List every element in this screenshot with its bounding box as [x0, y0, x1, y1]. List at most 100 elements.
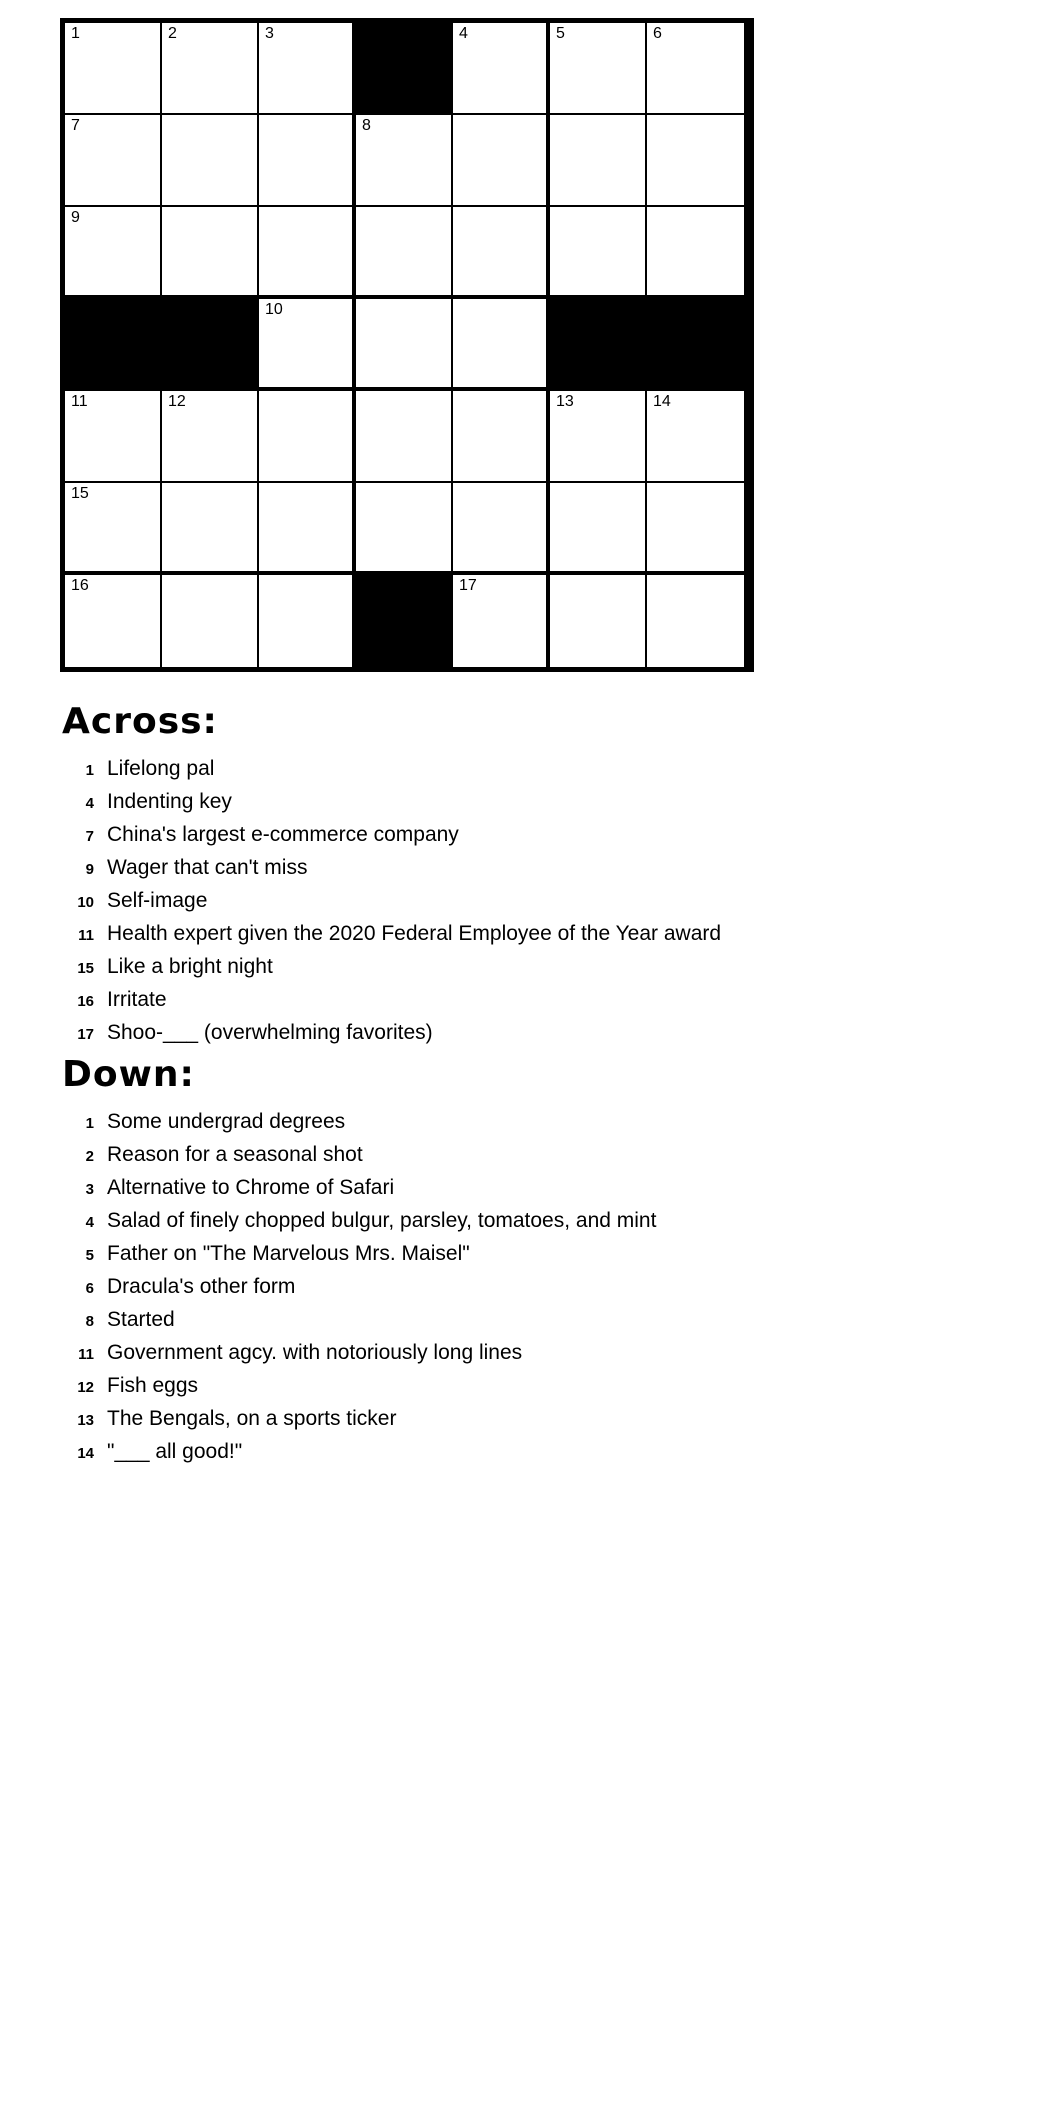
grid-row: 9	[65, 207, 749, 299]
grid-cell-number: 3	[265, 25, 274, 42]
grid-cell[interactable]: 6	[647, 23, 744, 115]
grid-cell[interactable]	[453, 207, 550, 299]
grid-cell[interactable]	[162, 483, 259, 575]
grid-cell-number: 12	[168, 393, 186, 410]
grid-cell[interactable]	[162, 115, 259, 207]
clue-number: 11	[78, 927, 94, 944]
grid-cell[interactable]	[259, 575, 356, 667]
grid-cell[interactable]: 3	[259, 23, 356, 115]
grid-cell[interactable]: 2	[162, 23, 259, 115]
grid-cell[interactable]	[453, 115, 550, 207]
clue-item[interactable]: 7 China's largest e-commerce company	[62, 818, 1048, 851]
grid-cell-number: 17	[459, 577, 477, 594]
clue-text: Indenting key	[107, 790, 232, 813]
clue-number: 4	[85, 1214, 94, 1231]
grid-cell[interactable]	[550, 483, 647, 575]
grid-cell[interactable]	[162, 575, 259, 667]
grid-row: 1 2 3 4 5 6	[65, 23, 749, 115]
clue-item[interactable]: 4 Salad of finely chopped bulgur, parsley…	[62, 1204, 1048, 1237]
clue-number: 1	[85, 1115, 94, 1132]
grid-cell[interactable]: 10	[259, 299, 356, 391]
down-clue-list: 1 Some undergrad degrees 2 Reason for a sea…	[0, 1105, 1048, 1468]
grid-cell[interactable]	[356, 207, 453, 299]
grid-cell-number: 15	[71, 485, 89, 502]
clue-text: Alternative to Chrome of Safari	[107, 1176, 395, 1199]
clue-text: Father on "The Marvelous Mrs. Maisel"	[107, 1242, 470, 1265]
clue-text: "___ all good!"	[107, 1440, 243, 1463]
grid-cell[interactable]: 8	[356, 115, 453, 207]
grid-cell-number: 9	[71, 209, 80, 226]
grid-cell-block	[550, 299, 647, 391]
grid-cell[interactable]: 4	[453, 23, 550, 115]
clue-item[interactable]: 15 Like a bright night	[62, 950, 1048, 983]
grid-cell[interactable]: 1	[65, 23, 162, 115]
grid-cell[interactable]	[453, 483, 550, 575]
grid-cell-block	[65, 299, 162, 391]
grid-cell[interactable]: 12	[162, 391, 259, 483]
clue-text: Government agcy. with notoriously long l…	[107, 1341, 523, 1364]
clue-number: 12	[77, 1379, 94, 1396]
clue-item[interactable]: 10 Self-image	[62, 884, 1048, 917]
grid-cell[interactable]: 13	[550, 391, 647, 483]
grid-cell-block	[356, 23, 453, 115]
grid-cell[interactable]: 15	[65, 483, 162, 575]
grid-cell[interactable]	[647, 483, 744, 575]
clue-text: Shoo-___ (overwhelming favorites)	[107, 1021, 433, 1044]
clue-number: 3	[85, 1181, 94, 1198]
grid-cell-number: 16	[71, 577, 89, 594]
grid-cell[interactable]: 11	[65, 391, 162, 483]
clue-item[interactable]: 6 Dracula's other form	[62, 1270, 1048, 1303]
clue-item[interactable]: 14 "___ all good!"	[62, 1435, 1048, 1468]
grid-cell[interactable]: 14	[647, 391, 744, 483]
clue-item[interactable]: 1 Some undergrad degrees	[62, 1105, 1048, 1138]
grid-cell[interactable]: 9	[65, 207, 162, 299]
grid-cell[interactable]	[453, 391, 550, 483]
clue-text: Like a bright night	[107, 955, 273, 978]
grid-cell[interactable]	[259, 207, 356, 299]
clue-item[interactable]: 17 Shoo-___ (overwhelming favorites)	[62, 1016, 1048, 1049]
grid-cell[interactable]	[356, 483, 453, 575]
clue-item[interactable]: 12 Fish eggs	[62, 1369, 1048, 1402]
grid-cell[interactable]	[259, 115, 356, 207]
grid-cell[interactable]: 16	[65, 575, 162, 667]
clue-item[interactable]: 8 Started	[62, 1303, 1048, 1336]
grid-cell[interactable]	[550, 575, 647, 667]
grid-cell-number: 14	[653, 393, 671, 410]
clue-number: 7	[85, 828, 94, 845]
clue-item[interactable]: 2 Reason for a seasonal shot	[62, 1138, 1048, 1171]
clue-item[interactable]: 3 Alternative to Chrome of Safari	[62, 1171, 1048, 1204]
grid-cell[interactable]: 17	[453, 575, 550, 667]
grid-cell[interactable]: 5	[550, 23, 647, 115]
grid-cell[interactable]	[647, 115, 744, 207]
grid-cell-number: 1	[71, 25, 80, 42]
clue-number: 4	[85, 795, 94, 812]
grid-cell-number: 13	[556, 393, 574, 410]
clue-item[interactable]: 13 The Bengals, on a sports ticker	[62, 1402, 1048, 1435]
grid-cell[interactable]	[647, 575, 744, 667]
grid-cell[interactable]	[647, 207, 744, 299]
crossword-grid[interactable]: 1 2 3 4 5 6 7 8 9 10 11 12 13 14 15 16 17	[60, 18, 754, 672]
clue-number: 6	[85, 1280, 94, 1297]
grid-cell[interactable]	[259, 391, 356, 483]
clue-item[interactable]: 1 Lifelong pal	[62, 752, 1048, 785]
grid-cell[interactable]	[550, 207, 647, 299]
grid-cell-number: 8	[362, 117, 371, 134]
clue-item[interactable]: 11 Health expert given the 2020 Federal E…	[62, 917, 1048, 950]
grid-cell[interactable]	[356, 391, 453, 483]
clue-item[interactable]: 4 Indenting key	[62, 785, 1048, 818]
clue-item[interactable]: 5 Father on "The Marvelous Mrs. Maisel"	[62, 1237, 1048, 1270]
grid-cell[interactable]	[162, 207, 259, 299]
grid-cell[interactable]	[356, 299, 453, 391]
grid-cell[interactable]	[550, 115, 647, 207]
grid-cell[interactable]: 7	[65, 115, 162, 207]
clue-number: 14	[77, 1445, 94, 1462]
clue-text: Wager that can't miss	[107, 856, 308, 879]
clue-number: 15	[77, 960, 94, 977]
clue-item[interactable]: 11 Government agcy. with notoriously long…	[62, 1336, 1048, 1369]
grid-cell-number: 7	[71, 117, 80, 134]
grid-cell[interactable]	[453, 299, 550, 391]
clue-item[interactable]: 9 Wager that can't miss	[62, 851, 1048, 884]
clue-number: 2	[85, 1148, 94, 1165]
clue-item[interactable]: 16 Irritate	[62, 983, 1048, 1016]
grid-cell[interactable]	[259, 483, 356, 575]
